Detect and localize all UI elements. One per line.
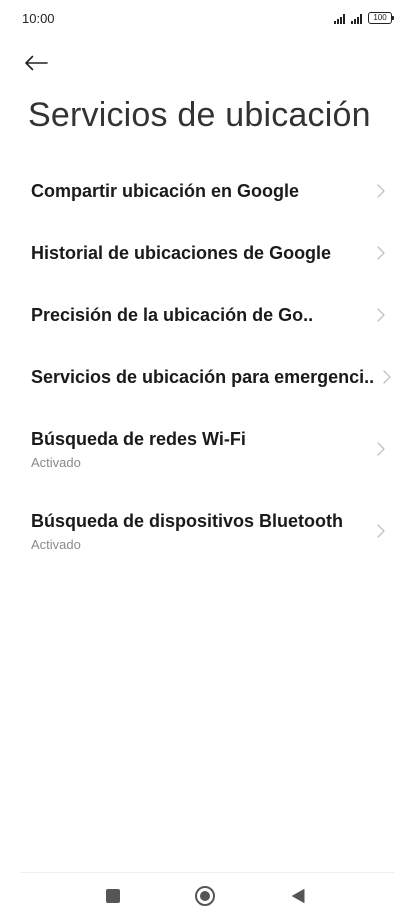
status-bar: 10:00 100 xyxy=(0,0,414,40)
list-item-bluetooth-scanning[interactable]: Búsqueda de dispositivos Bluetooth Activ… xyxy=(0,490,414,572)
list-item-wifi-scanning[interactable]: Búsqueda de redes Wi-Fi Activado xyxy=(0,408,414,490)
list-item-location-history[interactable]: Historial de ubicaciones de Google xyxy=(0,222,414,284)
item-status: Activado xyxy=(31,454,81,470)
item-status: Activado xyxy=(31,536,81,552)
status-time: 10:00 xyxy=(22,11,55,26)
item-label: Búsqueda de redes Wi-Fi xyxy=(31,428,246,449)
chevron-right-icon xyxy=(377,184,385,198)
square-icon xyxy=(106,889,120,903)
page-title: Servicios de ubicación xyxy=(28,96,371,134)
list-item-emergency-location[interactable]: Servicios de ubicación para emergenci.. xyxy=(0,346,414,408)
chevron-right-icon xyxy=(377,442,385,456)
battery-icon: 100 xyxy=(368,12,394,24)
signal-icon xyxy=(351,14,362,24)
triangle-left-icon xyxy=(292,889,305,903)
list-item-share-location[interactable]: Compartir ubicación en Google xyxy=(0,160,414,222)
item-label: Búsqueda de dispositivos Bluetooth xyxy=(31,510,344,531)
list-item-location-accuracy[interactable]: Precisión de la ubicación de Go.. xyxy=(0,284,414,346)
item-label: Compartir ubicación en Google xyxy=(31,180,300,201)
item-label: Historial de ubicaciones de Google xyxy=(31,242,332,263)
settings-list: Compartir ubicación en Google Historial … xyxy=(0,160,414,572)
item-label: Servicios de ubicación para emergenci.. xyxy=(31,366,374,387)
recents-button[interactable] xyxy=(101,884,125,908)
signal-icon xyxy=(334,14,345,24)
chevron-right-icon xyxy=(383,370,391,384)
nav-back-button[interactable] xyxy=(286,884,310,908)
chevron-right-icon xyxy=(377,524,385,538)
chevron-right-icon xyxy=(377,246,385,260)
arrow-left-icon xyxy=(25,55,48,71)
chevron-right-icon xyxy=(377,308,385,322)
home-button[interactable] xyxy=(193,884,217,908)
item-label: Precisión de la ubicación de Go.. xyxy=(31,304,314,325)
circle-icon xyxy=(195,886,215,906)
navigation-bar xyxy=(0,872,414,920)
back-button[interactable] xyxy=(24,48,58,78)
status-icons: 100 xyxy=(334,12,394,24)
